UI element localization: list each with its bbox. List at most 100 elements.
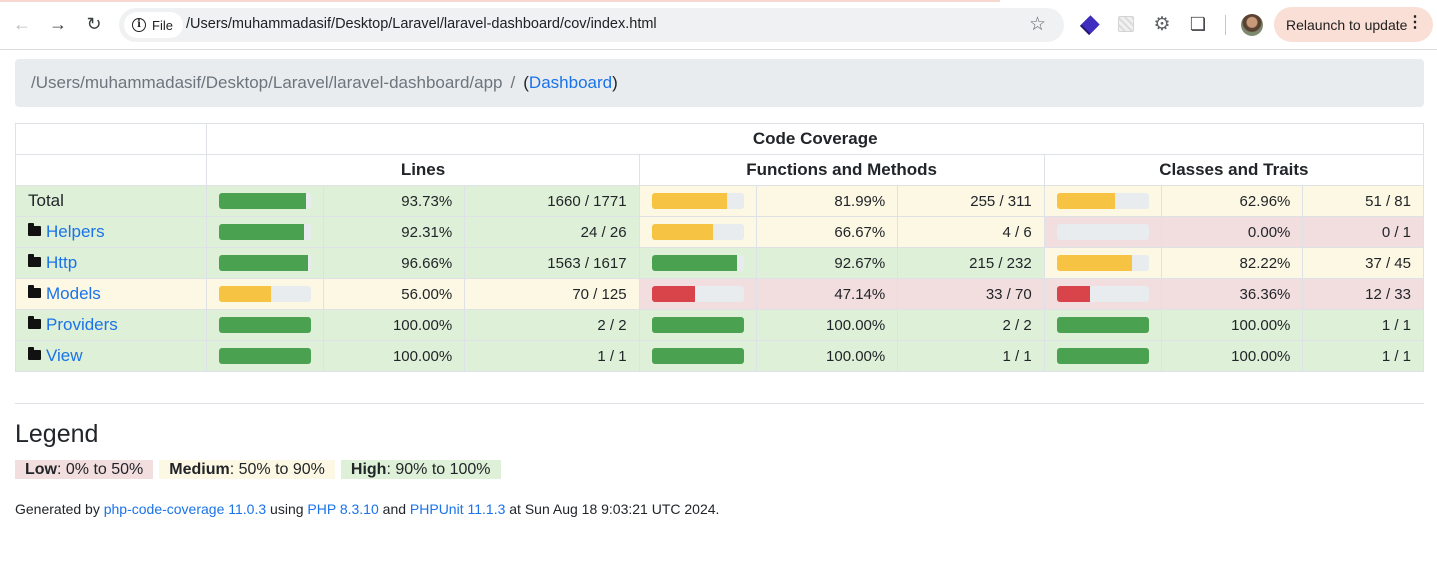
- functions-progress-fill: [651, 255, 737, 271]
- legend-low-label: Low: [25, 461, 57, 478]
- breadcrumb: /Users/muhammadasif/Desktop/Laravel/lara…: [15, 59, 1424, 107]
- gear-icon[interactable]: ⚙: [1151, 13, 1173, 35]
- functions-percent: 92.67%: [755, 247, 899, 279]
- functions-ratio: 1 / 1: [897, 340, 1045, 372]
- table-row: Helpers 92.31% 24 / 26 66.67% 4 / 6 0.00% 0 / …: [14, 216, 1424, 248]
- lines-percent: 100.00%: [323, 340, 466, 372]
- table-row: Providers 100.00% 2 / 2 100.00% 2 / 2 100.00%…: [14, 309, 1424, 341]
- folder-icon: [28, 223, 41, 236]
- classes-percent: 0.00%: [1160, 216, 1304, 248]
- functions-progress-bar: [651, 286, 744, 302]
- classes-bar-cell: [1043, 340, 1162, 372]
- legend-title: Legend: [15, 420, 99, 448]
- footer: Generated by php-code-coverage 11.0.3 us…: [15, 501, 719, 517]
- row-name-link[interactable]: View: [46, 346, 83, 365]
- address-bar[interactable]: i File /Users/muhammadasif/Desktop/Larav…: [119, 8, 1064, 42]
- lines-progress-bar: [219, 317, 312, 333]
- row-name-link[interactable]: Http: [46, 253, 77, 272]
- functions-progress-fill: [651, 286, 695, 302]
- functions-bar-cell: [638, 185, 757, 217]
- functions-ratio: 4 / 6: [897, 216, 1045, 248]
- reload-icon[interactable]: ↻: [81, 11, 107, 37]
- kebab-menu-icon[interactable]: ⋮: [1407, 15, 1423, 31]
- coverage-table: Code Coverage Lines Functions and Method…: [14, 123, 1425, 372]
- footer-using: using: [266, 501, 308, 517]
- functions-progress-fill: [651, 317, 744, 333]
- row-name-cell: Helpers: [14, 216, 208, 248]
- lines-bar-cell: [206, 278, 325, 310]
- lines-percent: 93.73%: [323, 185, 466, 217]
- lines-ratio: 1660 / 1771: [464, 185, 640, 217]
- row-name-link[interactable]: Models: [46, 284, 101, 303]
- classes-bar-cell: [1043, 309, 1162, 341]
- legend-medium-range: : 50% to 90%: [229, 461, 325, 478]
- footer-and: and: [378, 501, 410, 517]
- divider: [15, 403, 1424, 404]
- lines-bar-cell: [206, 185, 325, 217]
- breadcrumb-path: /Users/muhammadasif/Desktop/Laravel/lara…: [31, 73, 503, 92]
- footer-tool-link[interactable]: php-code-coverage 11.0.3: [104, 501, 266, 517]
- classes-ratio: 51 / 81: [1302, 185, 1424, 217]
- star-icon[interactable]: ☆: [1029, 13, 1046, 36]
- classes-percent: 62.96%: [1160, 185, 1304, 217]
- lines-percent: 92.31%: [323, 216, 466, 248]
- classes-progress-bar: [1056, 193, 1149, 209]
- classes-progress-fill: [1056, 317, 1149, 333]
- toolbar-divider: [1225, 15, 1226, 35]
- row-name-cell: Total: [14, 185, 208, 217]
- lines-progress-bar: [219, 348, 312, 364]
- site-info-chip[interactable]: i File: [124, 12, 183, 38]
- extension-icon[interactable]: [1115, 13, 1137, 35]
- functions-ratio: 255 / 311: [897, 185, 1045, 217]
- info-icon: i: [132, 18, 146, 32]
- breadcrumb-dashboard-link[interactable]: Dashboard: [529, 73, 612, 93]
- functions-ratio: 2 / 2: [897, 309, 1045, 341]
- avatar[interactable]: [1241, 14, 1263, 36]
- table-row: Http 96.66% 1563 / 1617 92.67% 215 / 232 82.2…: [14, 247, 1424, 279]
- classes-percent: 36.36%: [1160, 278, 1304, 310]
- header-classes: Classes and Traits: [1043, 154, 1425, 186]
- legend: Low: 0% to 50% Medium: 50% to 90% High: …: [15, 460, 501, 479]
- footer-suffix: at Sun Aug 18 9:03:21 UTC 2024.: [505, 501, 720, 517]
- classes-percent: 100.00%: [1160, 309, 1304, 341]
- lines-progress-bar: [219, 255, 312, 271]
- classes-percent: 82.22%: [1160, 247, 1304, 279]
- classes-progress-bar: [1056, 286, 1149, 302]
- legend-medium: Medium: 50% to 90%: [159, 460, 335, 479]
- classes-bar-cell: [1043, 278, 1162, 310]
- puzzle-icon[interactable]: ❏: [1187, 13, 1209, 35]
- breadcrumb-separator: /: [510, 73, 516, 92]
- header-lines: Lines: [206, 154, 640, 186]
- folder-icon: [28, 254, 41, 267]
- functions-percent: 47.14%: [755, 278, 899, 310]
- row-name-cell: Models: [14, 278, 208, 310]
- extension-icon[interactable]: [1079, 13, 1101, 35]
- functions-progress-bar: [651, 193, 744, 209]
- lines-percent: 96.66%: [323, 247, 466, 279]
- classes-progress-bar: [1056, 348, 1149, 364]
- row-name-link[interactable]: Providers: [46, 315, 118, 334]
- functions-bar-cell: [638, 309, 757, 341]
- row-name-link[interactable]: Helpers: [46, 222, 105, 241]
- table-row: View 100.00% 1 / 1 100.00% 1 / 1 100.00% 1 / 1: [14, 340, 1424, 372]
- functions-progress-bar: [651, 224, 744, 240]
- footer-php-link[interactable]: PHP 8.3.10: [307, 501, 378, 517]
- lines-bar-cell: [206, 216, 325, 248]
- legend-high-label: High: [350, 461, 387, 478]
- site-info-label: File: [152, 17, 173, 33]
- legend-medium-label: Medium: [169, 461, 230, 478]
- table-row: Models 56.00% 70 / 125 47.14% 33 / 70 36.36% 1…: [14, 278, 1424, 310]
- back-icon[interactable]: ←: [9, 11, 35, 37]
- lines-ratio: 2 / 2: [464, 309, 640, 341]
- header-code-coverage: Code Coverage: [206, 123, 1424, 155]
- forward-icon[interactable]: →: [45, 11, 71, 37]
- classes-bar-cell: [1043, 247, 1162, 279]
- lines-progress-fill: [219, 255, 309, 271]
- footer-phpunit-link[interactable]: PHPUnit 11.1.3: [410, 501, 505, 517]
- row-name-label: Total: [28, 191, 64, 210]
- relaunch-button[interactable]: Relaunch to update ⋮: [1274, 7, 1433, 42]
- lines-percent: 56.00%: [323, 278, 466, 310]
- classes-progress-fill: [1056, 348, 1149, 364]
- tab-strip-edge: [0, 0, 1437, 3]
- url-text[interactable]: /Users/muhammadasif/Desktop/Laravel/lara…: [186, 16, 657, 32]
